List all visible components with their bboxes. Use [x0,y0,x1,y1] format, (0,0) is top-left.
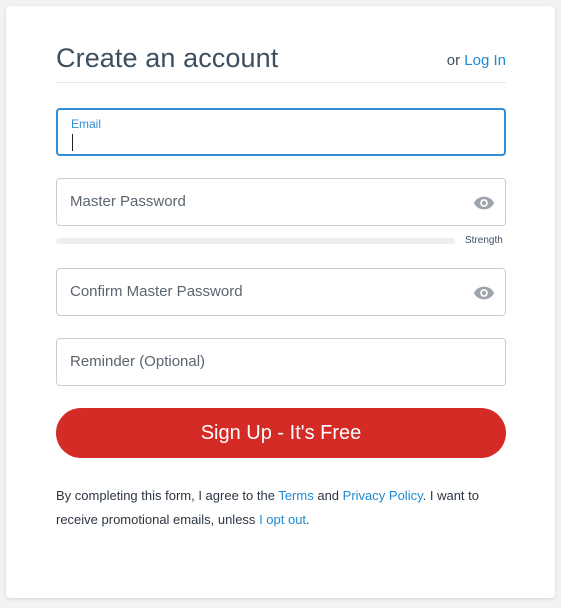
signup-button[interactable]: Sign Up - It's Free [56,408,506,458]
eye-icon[interactable] [473,192,495,214]
login-link[interactable]: Log In [464,52,506,69]
login-prompt: or Log In [447,52,506,69]
terms-text-part: and [317,488,340,503]
email-field[interactable]: Email [56,108,506,156]
terms-link[interactable]: Terms [278,488,313,503]
email-label: Email [71,117,102,131]
strength-label: Strength [465,235,503,246]
confirm-password-placeholder: Confirm Master Password [70,283,243,300]
card-header: Create an account or Log In [56,44,506,83]
reminder-field[interactable]: Reminder (Optional) [56,338,506,386]
confirm-password-field[interactable]: Confirm Master Password [56,268,506,316]
master-password-placeholder: Master Password [70,193,186,210]
terms-text-part: By completing this form, I agree to the [56,488,275,503]
page-title: Create an account [56,43,279,73]
reminder-placeholder: Reminder (Optional) [70,353,206,370]
privacy-policy-link[interactable]: Privacy Policy [343,488,423,503]
terms-text: By completing this form, I agree to the … [56,484,506,532]
text-caret [72,134,73,151]
signup-card: Create an account or Log In Email Master… [6,6,555,598]
login-prefix: or [446,52,461,69]
password-strength-bar [56,238,455,244]
eye-icon[interactable] [473,282,495,304]
master-password-field[interactable]: Master Password [56,178,506,226]
opt-out-link[interactable]: I opt out [259,512,306,527]
terms-text-part: . [306,512,310,527]
